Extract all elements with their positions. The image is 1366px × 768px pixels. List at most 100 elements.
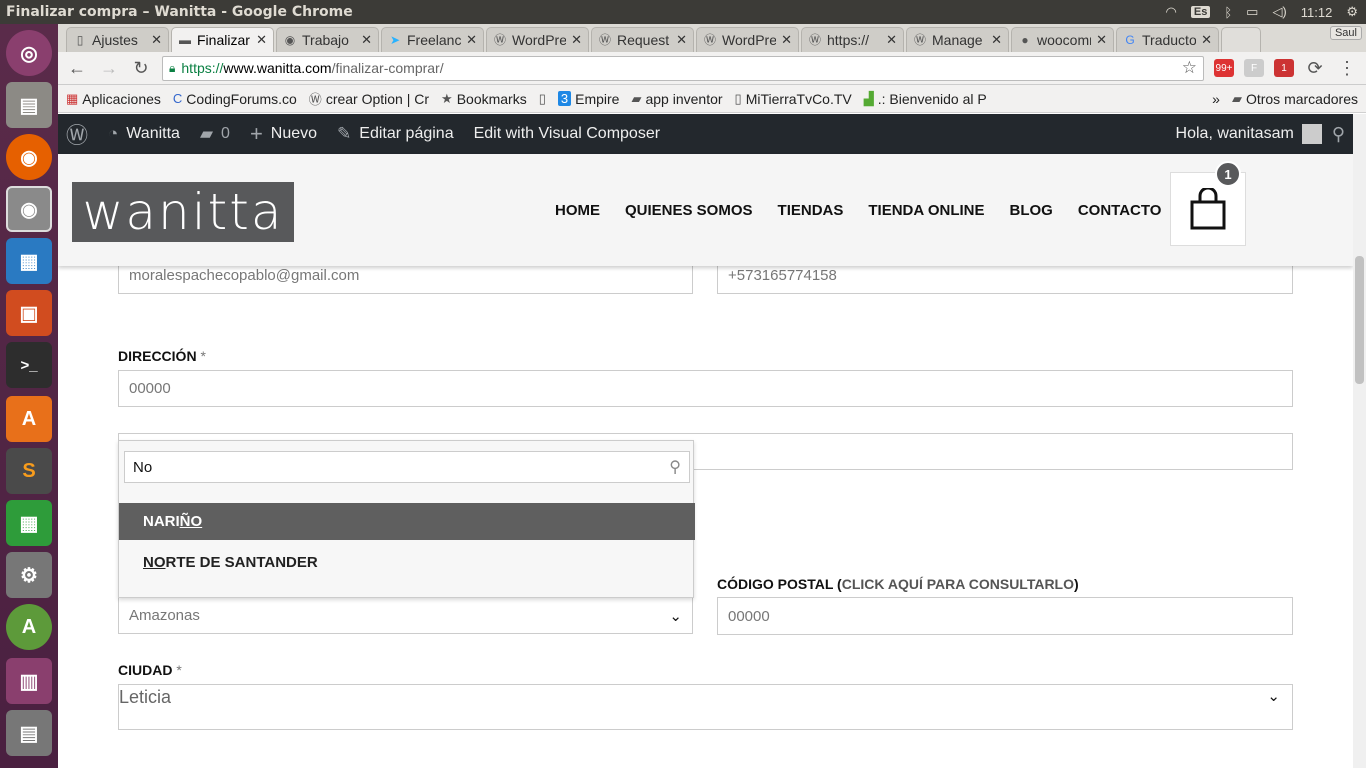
bookmark[interactable]: Ⓦcrear Option | Cr xyxy=(309,89,429,108)
new-tab-button[interactable] xyxy=(1221,27,1261,52)
cart-button[interactable]: 1 xyxy=(1170,161,1246,246)
tab[interactable]: ⓌWordPress✕ xyxy=(696,27,799,52)
wp-account-button[interactable]: Hola, wanitasam xyxy=(1176,124,1322,144)
chrome-icon[interactable]: ◉ xyxy=(6,186,52,232)
address-bar[interactable]: 🔒︎ https://www.wanitta.com/finalizar-com… xyxy=(162,55,1204,81)
wp-new-button[interactable]: + Nuevo xyxy=(250,121,317,147)
tab[interactable]: Ⓦ Request ✕ xyxy=(591,27,694,52)
department-select[interactable]: Amazonas ⌄ xyxy=(118,597,693,634)
android-studio-icon[interactable]: A xyxy=(6,604,52,650)
tab[interactable]: Ⓦhttps://✕ xyxy=(801,27,904,52)
bookmark[interactable]: C CodingForums.co xyxy=(173,91,297,107)
wp-search-button[interactable]: ⚲ xyxy=(1332,124,1345,145)
wp-site-name-button[interactable]: ◔ Wanitta xyxy=(108,124,180,144)
volume-icon[interactable]: ◁) xyxy=(1272,4,1286,20)
keyboard-layout-indicator[interactable]: Es xyxy=(1190,6,1211,18)
tab[interactable]: ●woocommerce✕ xyxy=(1011,27,1114,52)
libreoffice-impress-icon[interactable]: ▣ xyxy=(6,290,52,336)
close-tab-icon[interactable]: ✕ xyxy=(991,32,1002,48)
profile-button[interactable]: Saul xyxy=(1329,26,1362,40)
close-tab-icon[interactable]: ✕ xyxy=(1201,32,1212,48)
close-tab-icon[interactable]: ✕ xyxy=(1096,32,1107,48)
system-settings-icon[interactable]: ⚙ xyxy=(6,552,52,598)
page-scrollbar[interactable] xyxy=(1353,114,1366,768)
city-select[interactable]: Leticia ⌄ xyxy=(118,684,1293,730)
settings-gear-icon[interactable]: ⚙ xyxy=(1346,4,1358,20)
tab[interactable]: ➤Freelancer✕ xyxy=(381,27,484,52)
bookmark[interactable]: ▦ Aplicaciones xyxy=(66,91,161,107)
close-tab-icon[interactable]: ✕ xyxy=(886,32,897,48)
wp-edit-page-button[interactable]: ✎ Editar página xyxy=(337,124,454,144)
firefox-icon[interactable]: ◉ xyxy=(6,134,52,180)
close-tab-icon[interactable]: ✕ xyxy=(151,32,162,48)
close-tab-icon[interactable]: ✕ xyxy=(781,32,792,48)
bookmark[interactable]: ▟.: Bienvenido al P xyxy=(864,91,987,107)
wordpress-icon: Ⓦ xyxy=(808,33,821,47)
dropdown-search-input[interactable]: No ⚲ xyxy=(124,451,690,483)
sublime-text-icon[interactable]: S xyxy=(6,448,52,494)
wp-logo-button[interactable]: Ⓦ xyxy=(66,118,88,150)
extension-icon[interactable]: 99+ xyxy=(1214,59,1234,77)
close-tab-icon[interactable]: ✕ xyxy=(256,32,267,48)
libreoffice-writer-icon[interactable]: ▦ xyxy=(6,238,52,284)
battery-icon[interactable]: ▭ xyxy=(1246,4,1258,20)
dropdown-option-narino[interactable]: NARI ÑO xyxy=(119,503,695,540)
extension-icon[interactable]: F xyxy=(1244,59,1264,77)
nav-item-blog[interactable]: BLOG xyxy=(1010,202,1053,219)
nav-item-home[interactable]: HOME xyxy=(555,202,600,219)
bookmark[interactable]: ▯ xyxy=(539,91,546,107)
tab[interactable]: ◉ Trabajo ✕ xyxy=(276,27,379,52)
bookmark-star-icon[interactable]: ☆ xyxy=(1182,58,1197,78)
scrollbar-thumb[interactable] xyxy=(1355,256,1364,384)
empire-icon: 3 xyxy=(557,91,572,106)
bluetooth-icon[interactable]: ᛒ xyxy=(1224,5,1232,20)
postal-code-lookup-link[interactable]: CLICK AQUÍ PARA CONSULTARLO xyxy=(842,576,1074,592)
workspace-switcher-icon[interactable]: ▥ xyxy=(6,658,52,704)
other-bookmarks[interactable]: ▰ Otros marcadores xyxy=(1232,91,1358,107)
dropdown-option-norte-de-santander[interactable]: NO RTE DE SANTANDER xyxy=(119,544,695,581)
close-tab-icon[interactable]: ✕ xyxy=(676,32,687,48)
close-tab-icon[interactable]: ✕ xyxy=(361,32,372,48)
close-tab-icon[interactable]: ✕ xyxy=(466,32,477,48)
wp-comments-button[interactable]: ▰ 0 xyxy=(200,124,230,144)
nav-item-quienes-somos[interactable]: QUIENES SOMOS xyxy=(625,202,753,219)
wordpress-icon: Ⓦ xyxy=(913,33,926,47)
wifi-icon[interactable]: ◠ xyxy=(1166,4,1177,20)
ubuntu-dash-icon[interactable]: ◎ xyxy=(6,30,52,76)
menu-icon[interactable]: ⋮ xyxy=(1336,58,1358,79)
extension-sync-icon[interactable]: ⟳ xyxy=(1304,58,1326,79)
bookmarks-overflow-button[interactable]: » xyxy=(1212,91,1220,107)
nav-item-tiendas[interactable]: TIENDAS xyxy=(778,202,844,219)
bookmark[interactable]: ▰ app inventor xyxy=(631,91,722,107)
site-logo[interactable]: wanitta xyxy=(72,182,294,242)
bookmark[interactable]: 3 Empire xyxy=(557,91,619,107)
wanitta-icon: ▬ xyxy=(179,33,191,47)
clock[interactable]: 11:12 xyxy=(1301,5,1333,20)
forward-button[interactable]: → xyxy=(98,58,120,79)
reload-button[interactable]: ↻ xyxy=(130,58,152,79)
wp-visual-composer-button[interactable]: Edit with Visual Composer xyxy=(474,125,660,143)
pencil-icon: ✎ xyxy=(337,124,352,143)
page-icon: ▯ xyxy=(76,33,84,47)
libreoffice-calc-icon[interactable]: ▦ xyxy=(6,500,52,546)
tab[interactable]: ▯ Ajustes ✕ xyxy=(66,27,169,52)
nav-item-tienda-online[interactable]: TIENDA ONLINE xyxy=(868,202,984,219)
ubuntu-software-icon[interactable]: A xyxy=(6,396,52,442)
tab[interactable]: Ⓦ Manage ✕ xyxy=(906,27,1009,52)
trash-icon[interactable]: ▤ xyxy=(6,710,52,756)
extension-icon[interactable]: 1 xyxy=(1274,59,1294,77)
back-button[interactable]: ← xyxy=(66,58,88,79)
files-icon[interactable]: ▤ xyxy=(6,82,52,128)
tab[interactable]: ⓌWordPress✕ xyxy=(486,27,589,52)
terminal-icon[interactable]: >_ xyxy=(6,342,52,388)
postal-code-field[interactable]: 00000 xyxy=(717,597,1293,635)
close-tab-icon[interactable]: ✕ xyxy=(571,32,582,48)
chrome-icon: ◉ xyxy=(284,33,296,47)
bookmark[interactable]: ▯ MiTierraTvCo.TV xyxy=(735,91,852,107)
tab[interactable]: G Traductor ✕ xyxy=(1116,27,1219,52)
tab-active[interactable]: ▬ Finalizar ✕ xyxy=(171,27,274,52)
nav-item-contacto[interactable]: CONTACTO xyxy=(1078,202,1162,219)
address-field[interactable]: 00000 xyxy=(118,370,1293,407)
bookmarks-bar: ▦ Aplicaciones C CodingForums.co Ⓦcrear Op… xyxy=(58,85,1366,113)
bookmark[interactable]: ★ Bookmarks xyxy=(441,91,527,107)
